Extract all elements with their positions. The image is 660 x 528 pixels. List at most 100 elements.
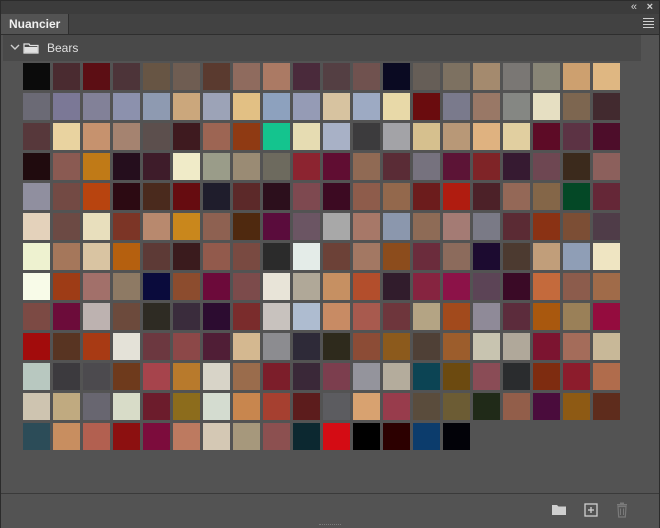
color-swatch[interactable] — [173, 183, 200, 210]
color-swatch[interactable] — [233, 273, 260, 300]
color-swatch[interactable] — [413, 303, 440, 330]
color-swatch[interactable] — [293, 243, 320, 270]
color-swatch[interactable] — [503, 273, 530, 300]
color-swatch[interactable] — [23, 363, 50, 390]
color-swatch[interactable] — [143, 423, 170, 450]
color-swatch[interactable] — [353, 63, 380, 90]
color-swatch[interactable] — [83, 243, 110, 270]
color-swatch[interactable] — [263, 93, 290, 120]
color-swatch[interactable] — [293, 213, 320, 240]
color-swatch[interactable] — [233, 93, 260, 120]
color-swatch[interactable] — [233, 243, 260, 270]
color-swatch[interactable] — [203, 303, 230, 330]
color-swatch[interactable] — [83, 123, 110, 150]
color-swatch[interactable] — [143, 213, 170, 240]
color-swatch[interactable] — [53, 93, 80, 120]
color-swatch[interactable] — [533, 303, 560, 330]
color-swatch[interactable] — [263, 213, 290, 240]
color-swatch[interactable] — [353, 153, 380, 180]
color-swatch[interactable] — [323, 363, 350, 390]
color-swatch[interactable] — [143, 273, 170, 300]
color-swatch[interactable] — [533, 213, 560, 240]
color-swatch[interactable] — [443, 333, 470, 360]
color-swatch[interactable] — [443, 93, 470, 120]
color-swatch[interactable] — [233, 153, 260, 180]
color-swatch[interactable] — [83, 183, 110, 210]
color-swatch[interactable] — [533, 183, 560, 210]
color-swatch[interactable] — [383, 333, 410, 360]
color-swatch[interactable] — [113, 123, 140, 150]
color-swatch[interactable] — [143, 153, 170, 180]
color-swatch[interactable] — [383, 393, 410, 420]
swatch-group-header[interactable]: Bears — [3, 35, 641, 61]
new-group-folder-icon[interactable] — [550, 501, 568, 519]
color-swatch[interactable] — [533, 243, 560, 270]
color-swatch[interactable] — [323, 93, 350, 120]
color-swatch[interactable] — [203, 423, 230, 450]
color-swatch[interactable] — [383, 243, 410, 270]
color-swatch[interactable] — [203, 123, 230, 150]
color-swatch[interactable] — [263, 123, 290, 150]
color-swatch[interactable] — [563, 93, 590, 120]
color-swatch[interactable] — [113, 273, 140, 300]
color-swatch[interactable] — [263, 273, 290, 300]
color-swatch[interactable] — [143, 123, 170, 150]
color-swatch[interactable] — [503, 243, 530, 270]
color-swatch[interactable] — [203, 243, 230, 270]
color-swatch[interactable] — [593, 333, 620, 360]
color-swatch[interactable] — [503, 153, 530, 180]
color-swatch[interactable] — [233, 123, 260, 150]
color-swatch[interactable] — [83, 303, 110, 330]
color-swatch[interactable] — [113, 213, 140, 240]
color-swatch[interactable] — [353, 243, 380, 270]
color-swatch[interactable] — [263, 243, 290, 270]
color-swatch[interactable] — [233, 213, 260, 240]
color-swatch[interactable] — [563, 183, 590, 210]
color-swatch[interactable] — [503, 303, 530, 330]
color-swatch[interactable] — [83, 63, 110, 90]
color-swatch[interactable] — [353, 393, 380, 420]
color-swatch[interactable] — [293, 123, 320, 150]
color-swatch[interactable] — [503, 93, 530, 120]
color-swatch[interactable] — [473, 333, 500, 360]
color-swatch[interactable] — [83, 153, 110, 180]
color-swatch[interactable] — [473, 393, 500, 420]
color-swatch[interactable] — [263, 303, 290, 330]
color-swatch[interactable] — [413, 213, 440, 240]
color-swatch[interactable] — [593, 303, 620, 330]
color-swatch[interactable] — [53, 183, 80, 210]
color-swatch[interactable] — [113, 393, 140, 420]
color-swatch[interactable] — [563, 393, 590, 420]
color-swatch[interactable] — [383, 93, 410, 120]
color-swatch[interactable] — [443, 153, 470, 180]
color-swatch[interactable] — [533, 273, 560, 300]
color-swatch[interactable] — [293, 183, 320, 210]
color-swatch[interactable] — [293, 153, 320, 180]
color-swatch[interactable] — [413, 63, 440, 90]
color-swatch[interactable] — [233, 303, 260, 330]
color-swatch[interactable] — [203, 273, 230, 300]
color-swatch[interactable] — [203, 333, 230, 360]
color-swatch[interactable] — [23, 153, 50, 180]
color-swatch[interactable] — [473, 213, 500, 240]
tab-swatches[interactable]: Nuancier — [1, 14, 70, 34]
color-swatch[interactable] — [443, 123, 470, 150]
color-swatch[interactable] — [173, 153, 200, 180]
color-swatch[interactable] — [443, 423, 470, 450]
color-swatch[interactable] — [593, 123, 620, 150]
color-swatch[interactable] — [563, 333, 590, 360]
color-swatch[interactable] — [383, 303, 410, 330]
color-swatch[interactable] — [23, 93, 50, 120]
color-swatch[interactable] — [143, 363, 170, 390]
chevron-down-icon[interactable] — [9, 41, 21, 53]
color-swatch[interactable] — [563, 243, 590, 270]
color-swatch[interactable] — [113, 153, 140, 180]
color-swatch[interactable] — [593, 63, 620, 90]
color-swatch[interactable] — [263, 153, 290, 180]
color-swatch[interactable] — [593, 213, 620, 240]
color-swatch[interactable] — [503, 183, 530, 210]
color-swatch[interactable] — [173, 63, 200, 90]
color-swatch[interactable] — [593, 273, 620, 300]
color-swatch[interactable] — [23, 273, 50, 300]
color-swatch[interactable] — [323, 183, 350, 210]
